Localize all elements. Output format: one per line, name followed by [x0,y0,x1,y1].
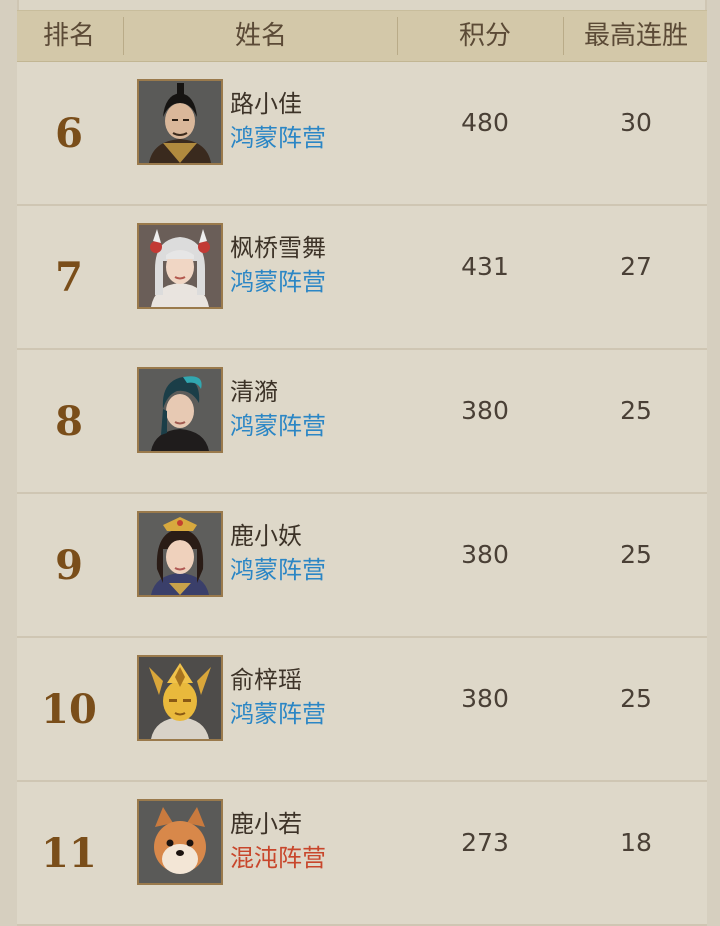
streak-value: 27 [620,252,652,281]
rank-number: 6 [55,110,83,157]
table-row[interactable]: 9 鹿小妖 鸿蒙阵营 380 25 [17,494,707,638]
rank-number: 11 [41,830,97,877]
header-divider [563,17,564,55]
score-value: 380 [461,684,509,713]
player-name: 鹿小若 [230,810,302,838]
camp-label: 鸿蒙阵营 [230,412,326,440]
camp-label: 鸿蒙阵营 [230,700,326,728]
rank-number: 7 [55,254,83,301]
score-value: 480 [461,108,509,137]
table-row[interactable]: 10 俞梓瑶 鸿蒙阵营 380 25 [17,638,707,782]
rank-number: 8 [55,398,83,445]
table-row[interactable]: 11 鹿小若 混沌阵营 273 18 [17,782,707,926]
shiba-dog-avatar-icon[interactable] [137,799,223,885]
table-row[interactable]: 8 清漪 鸿蒙阵营 380 25 [17,350,707,494]
header-divider [123,17,124,55]
player-name: 俞梓瑶 [230,666,302,694]
teal-hair-avatar-icon[interactable] [137,367,223,453]
header-streak: 最高连胜 [583,21,688,51]
camp-label: 鸿蒙阵营 [230,124,326,152]
rank-number: 9 [55,542,83,589]
player-name: 鹿小妖 [230,522,302,550]
header-name: 姓名 [234,21,287,51]
camp-label: 混沌阵营 [230,844,326,872]
header-rank: 排名 [42,21,95,51]
score-value: 380 [461,540,509,569]
streak-value: 25 [620,396,652,425]
player-name: 枫桥雪舞 [230,234,326,262]
player-name: 路小佳 [230,90,302,118]
score-value: 273 [461,828,509,857]
camp-label: 鸿蒙阵营 [230,268,326,296]
white-hair-girl-avatar-icon[interactable] [137,223,223,309]
golden-mask-avatar-icon[interactable] [137,655,223,741]
header-score: 积分 [458,21,511,51]
score-value: 380 [461,396,509,425]
table-row[interactable]: 6 路小佳 鸿蒙阵营 480 30 [17,62,707,206]
streak-value: 25 [620,684,652,713]
princess-avatar-icon[interactable] [137,511,223,597]
table-header: 排名 姓名 积分 最高连胜 [17,10,707,62]
header-divider [397,17,398,55]
table-row[interactable]: 7 枫桥雪舞 鸿蒙阵营 431 27 [17,206,707,350]
streak-value: 30 [620,108,652,137]
swordsman-avatar-icon[interactable] [137,79,223,165]
score-value: 431 [461,252,509,281]
streak-value: 18 [620,828,652,857]
rank-number: 10 [41,686,97,733]
streak-value: 25 [620,540,652,569]
camp-label: 鸿蒙阵营 [230,556,326,584]
player-name: 清漪 [230,378,278,406]
